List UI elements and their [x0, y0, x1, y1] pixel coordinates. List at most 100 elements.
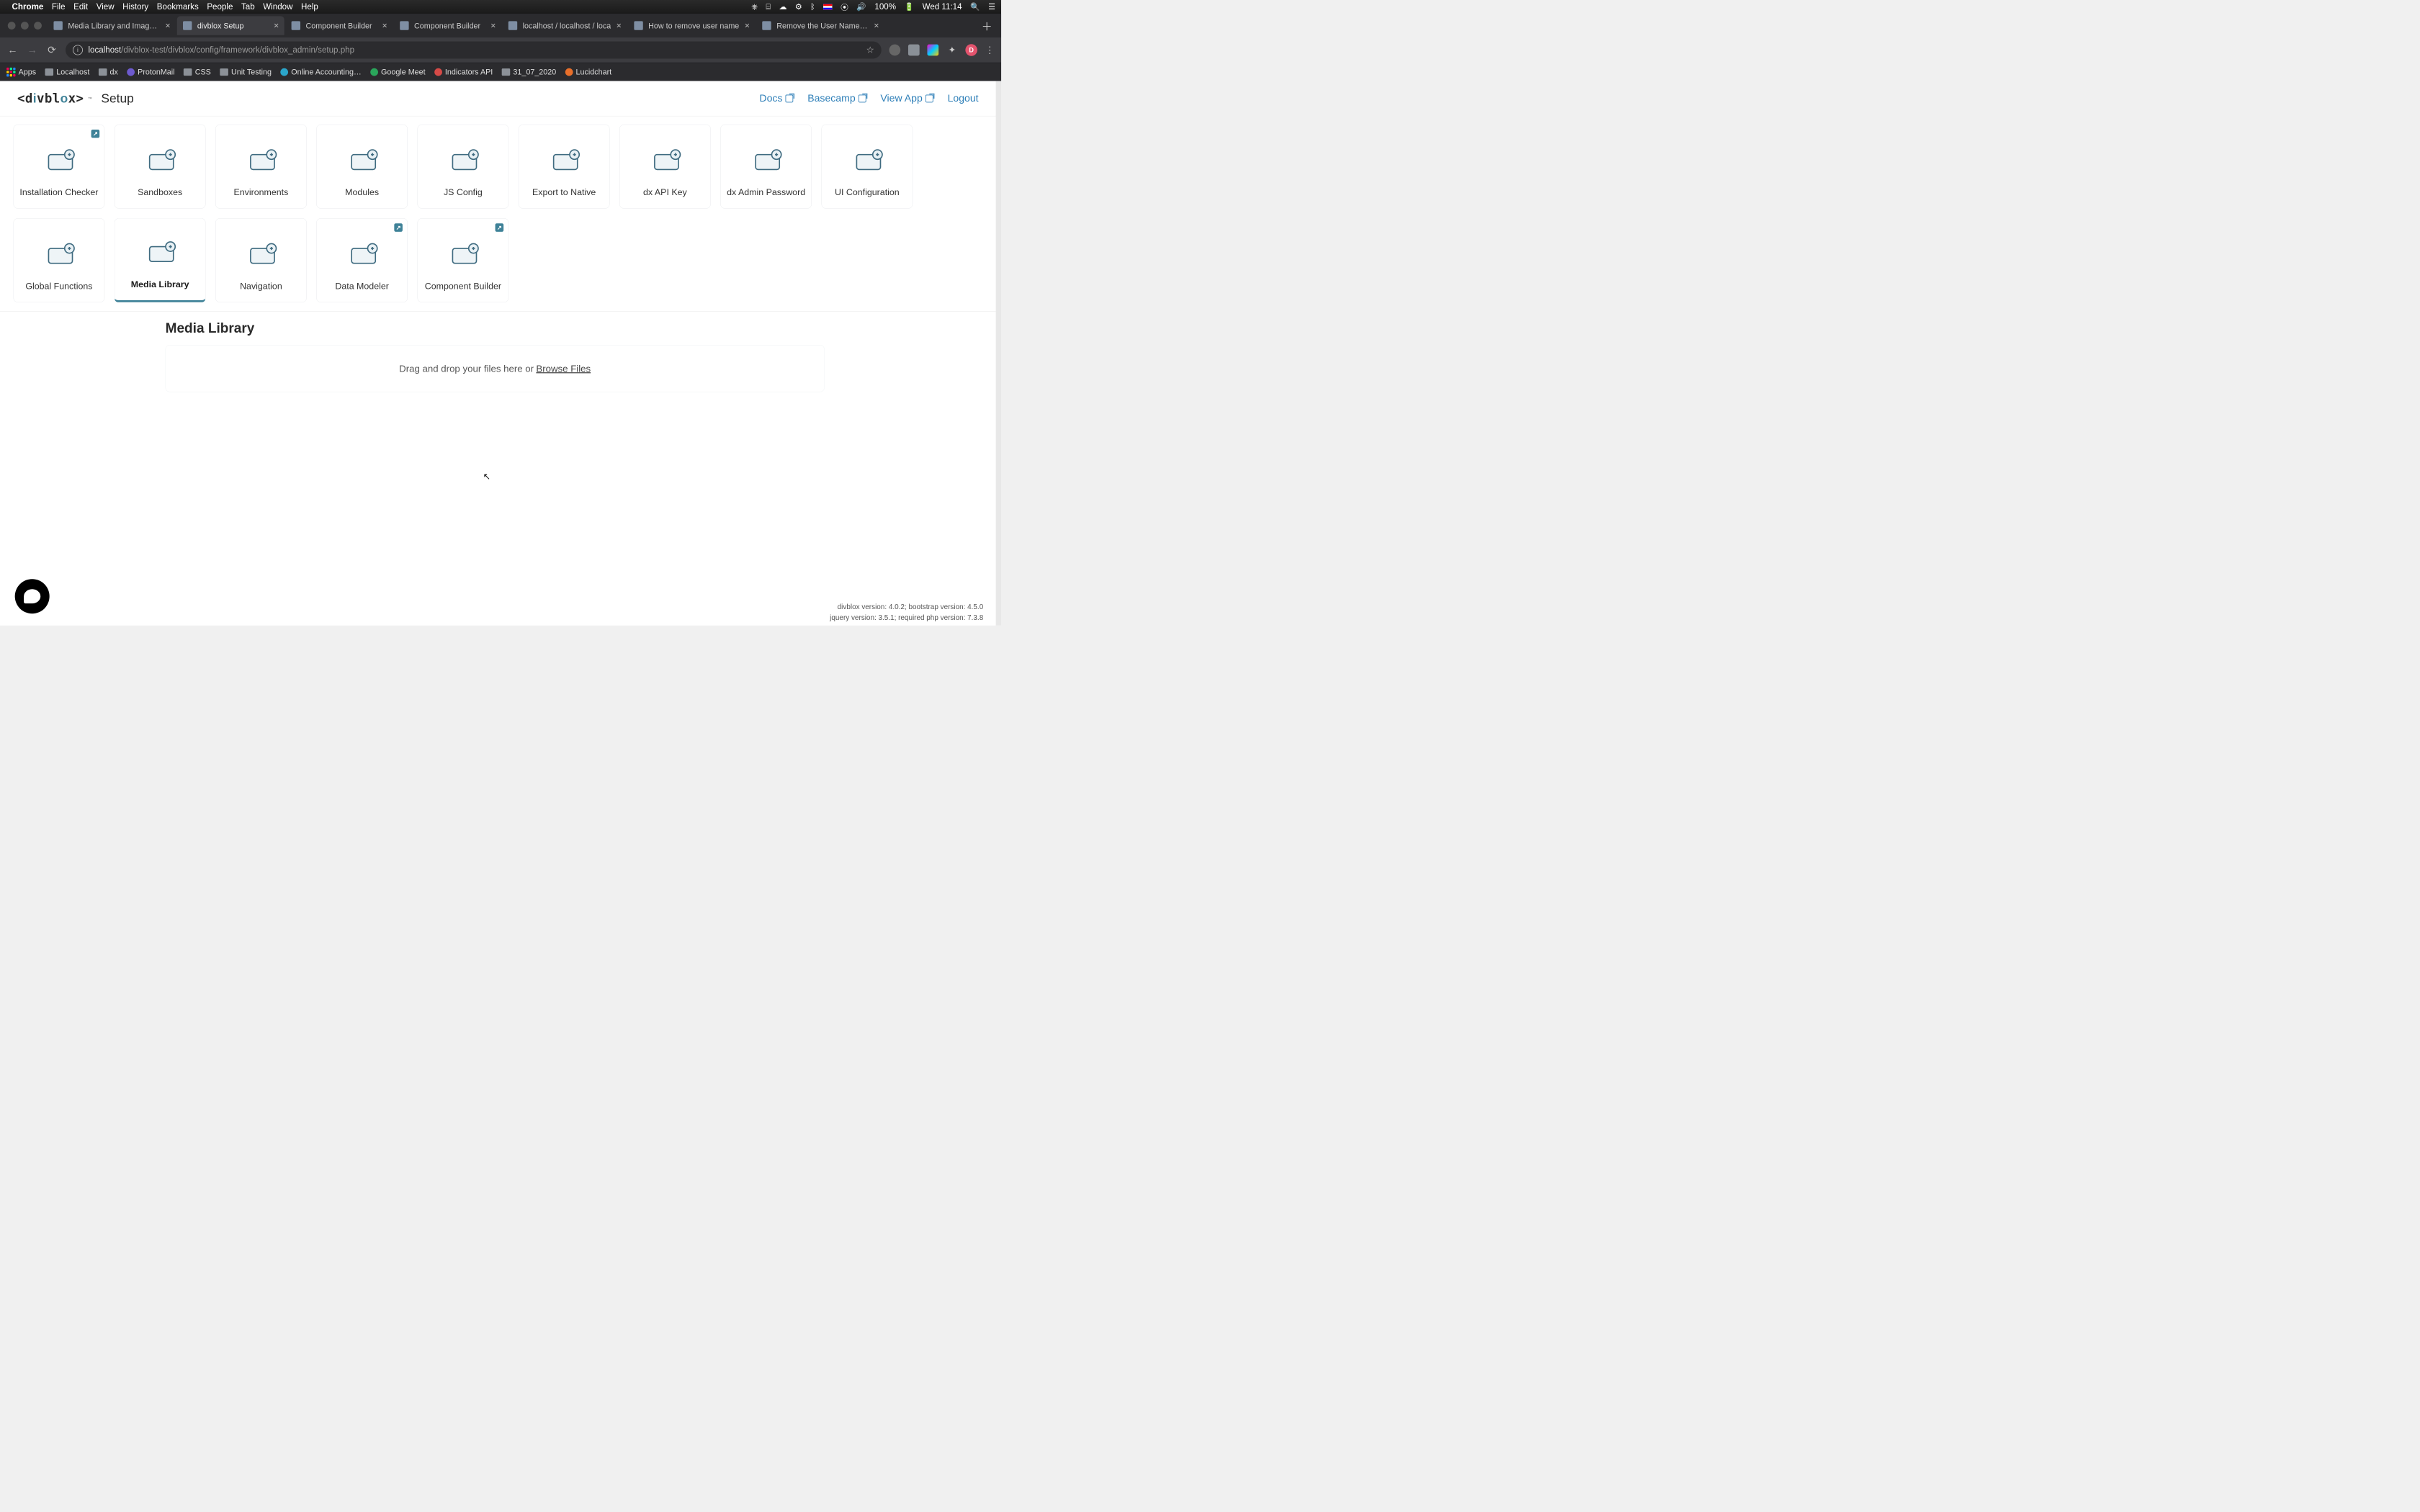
macos-menubar: Chrome File Edit View History Bookmarks … [0, 0, 1001, 14]
tab-close-icon[interactable]: × [382, 21, 387, 31]
new-tab-button[interactable]: ＋ [975, 18, 998, 34]
tab-favicon [292, 21, 300, 30]
browser-tab[interactable]: Remove the User Name fro× [756, 16, 884, 35]
browser-menu-icon[interactable]: ⋮ [985, 45, 995, 56]
bookmark-item[interactable]: Indicators API [434, 67, 493, 76]
clock[interactable]: Wed 11:14 [923, 2, 962, 12]
tab-close-icon[interactable]: × [874, 21, 879, 31]
browse-files-link[interactable]: Browse Files [536, 363, 591, 374]
extensions-menu-icon[interactable]: ✦ [946, 45, 958, 56]
card-label: UI Configuration [835, 187, 900, 197]
bookmark-item[interactable]: 31_07_2020 [502, 67, 557, 76]
card-environments[interactable]: Environments [215, 125, 307, 209]
link-label: Docs [759, 93, 782, 104]
bookmark-item[interactable]: Online Accounting… [280, 67, 361, 76]
link-basecamp[interactable]: Basecamp [807, 93, 866, 104]
maximize-window-icon[interactable] [34, 22, 42, 30]
forward-button[interactable]: → [26, 44, 38, 55]
card-installation-checker[interactable]: Installation Checker [14, 125, 105, 209]
bookmark-item[interactable]: Localhost [45, 67, 90, 76]
menu-people[interactable]: People [207, 2, 233, 12]
extension-icon[interactable] [927, 45, 938, 56]
card-export-to-native[interactable]: Export to Native [519, 125, 610, 209]
tab-close-icon[interactable]: × [617, 21, 622, 31]
card-sandboxes[interactable]: Sandboxes [115, 125, 206, 209]
volume-icon[interactable]: 🔊 [856, 2, 866, 12]
browser-tab[interactable]: localhost / localhost / loca× [502, 16, 627, 35]
bookmark-label: Localhost [56, 67, 89, 76]
menu-view[interactable]: View [97, 2, 115, 12]
card-navigation[interactable]: Navigation [215, 218, 307, 302]
menu-bookmarks[interactable]: Bookmarks [157, 2, 199, 12]
spotlight-icon[interactable]: 🔍 [970, 2, 980, 12]
brand[interactable]: <divblox> ™ Setup [17, 91, 134, 106]
menu-edit[interactable]: Edit [73, 2, 88, 12]
menu-file[interactable]: File [52, 2, 66, 12]
menu-window[interactable]: Window [263, 2, 292, 12]
tab-favicon [508, 21, 517, 30]
link-logout[interactable]: Logout [948, 93, 979, 104]
sys-icon[interactable]: ⌸ [766, 2, 770, 12]
card-label: Component Builder [425, 282, 501, 292]
bookmark-star-icon[interactable]: ☆ [866, 45, 874, 55]
input-source-flag-icon[interactable] [823, 4, 832, 9]
card-data-modeler[interactable]: Data Modeler [316, 218, 408, 302]
card-component-builder[interactable]: Component Builder [418, 218, 509, 302]
card-dx-api-key[interactable]: dx API Key [619, 125, 711, 209]
extension-icon[interactable] [889, 45, 900, 56]
site-icon [565, 68, 573, 76]
window-controls[interactable] [3, 22, 48, 30]
bluetooth-icon[interactable]: ᛒ [810, 2, 815, 12]
card-global-functions[interactable]: Global Functions [14, 218, 105, 302]
bookmark-item[interactable]: ProtonMail [127, 67, 174, 76]
menubar-app-name[interactable]: Chrome [12, 2, 44, 12]
card-ui-configuration[interactable]: UI Configuration [822, 125, 913, 209]
bookmark-item[interactable]: Unit Testing [220, 67, 272, 76]
sys-icon[interactable]: ☁ [779, 2, 786, 12]
card-dx-admin-password[interactable]: dx Admin Password [720, 125, 812, 209]
bookmark-item[interactable]: CSS [184, 67, 211, 76]
browser-tab[interactable]: How to remove user name× [628, 16, 755, 35]
file-dropzone[interactable]: Drag and drop your files here or Browse … [166, 345, 825, 392]
bookmark-item[interactable]: Lucidchart [565, 67, 612, 76]
wifi-icon[interactable]: ⦿ [841, 1, 848, 12]
link-view-app[interactable]: View App [880, 93, 933, 104]
minimize-window-icon[interactable] [21, 22, 29, 30]
bookmark-item[interactable]: dx [99, 67, 118, 76]
battery-icon[interactable]: 🔋 [905, 2, 914, 12]
menu-history[interactable]: History [122, 2, 148, 12]
menu-tab[interactable]: Tab [241, 2, 255, 12]
reload-button[interactable]: ⟳ [46, 44, 58, 56]
card-js-config[interactable]: JS Config [418, 125, 509, 209]
back-button[interactable]: ← [6, 44, 19, 55]
control-center-icon[interactable]: ☰ [988, 2, 995, 12]
menu-help[interactable]: Help [301, 2, 318, 12]
bookmark-item[interactable]: Google Meet [370, 67, 425, 76]
open-external-icon[interactable] [91, 130, 100, 138]
browser-tab[interactable]: divblox Setup× [177, 16, 284, 35]
open-external-icon[interactable] [496, 223, 504, 232]
bookmark-apps[interactable]: Apps [6, 67, 36, 76]
browser-tab[interactable]: Component Builder× [394, 16, 501, 35]
card-modules[interactable]: Modules [316, 125, 408, 209]
tab-close-icon[interactable]: × [490, 21, 496, 31]
link-docs[interactable]: Docs [759, 93, 793, 104]
extension-icon[interactable] [908, 45, 920, 56]
browser-tab[interactable]: Component Builder× [285, 16, 393, 35]
site-info-icon[interactable]: i [73, 45, 83, 55]
sys-icon[interactable]: ⚙ [795, 2, 802, 12]
close-window-icon[interactable] [8, 22, 16, 30]
card-media-library[interactable]: Media Library [115, 218, 206, 302]
sys-icon[interactable]: ⎈ [751, 2, 758, 12]
tab-close-icon[interactable]: × [274, 21, 279, 31]
browser-tab[interactable]: Media Library and Image V× [48, 16, 176, 35]
open-external-icon[interactable] [394, 223, 403, 232]
profile-avatar[interactable]: D [965, 44, 977, 56]
address-bar[interactable]: i localhost/divblox-test/divblox/config/… [66, 42, 882, 59]
dropzone-text: Drag and drop your files here or [399, 363, 534, 374]
tab-close-icon[interactable]: × [745, 21, 750, 31]
tab-close-icon[interactable]: × [165, 21, 170, 31]
chat-fab-button[interactable] [15, 579, 50, 613]
card-icon [649, 134, 682, 187]
url-host: localhost [88, 45, 121, 55]
